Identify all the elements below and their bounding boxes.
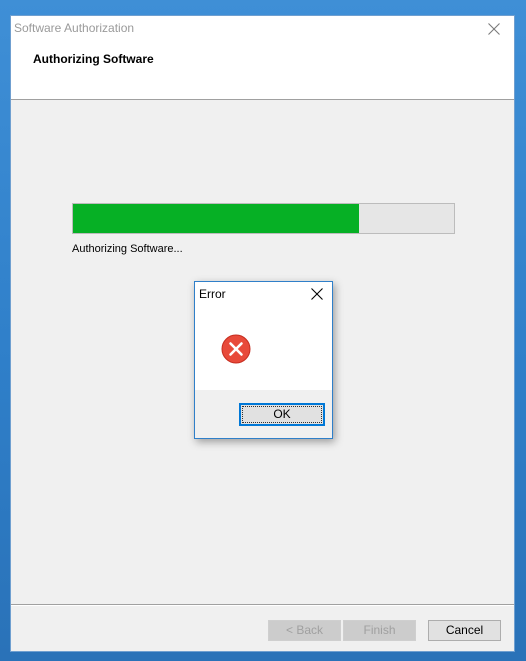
cancel-button[interactable]: Cancel [428,620,501,641]
error-dialog-title: Error [199,287,226,301]
wizard-header: Authorizing Software [11,42,514,100]
error-icon [221,334,251,364]
authorization-progress-bar [72,203,455,234]
error-dialog: Error OK [194,281,333,439]
progress-bar-fill [73,204,359,233]
error-dialog-close-button[interactable] [302,282,332,306]
wizard-header-title: Authorizing Software [33,52,154,66]
footer-divider-highlight [11,605,514,606]
desktop-background: Software Authorization Authorizing Softw… [0,0,526,661]
progress-status-text: Authorizing Software... [72,243,183,255]
back-button[interactable]: < Back [268,620,341,641]
window-close-button[interactable] [474,16,514,42]
close-icon [311,288,323,300]
ok-button[interactable]: OK [239,403,325,426]
error-dialog-footer: OK [195,390,332,438]
window-titlebar: Software Authorization [11,16,514,42]
window-title: Software Authorization [14,21,135,35]
finish-button[interactable]: Finish [343,620,416,641]
close-icon [488,23,500,35]
